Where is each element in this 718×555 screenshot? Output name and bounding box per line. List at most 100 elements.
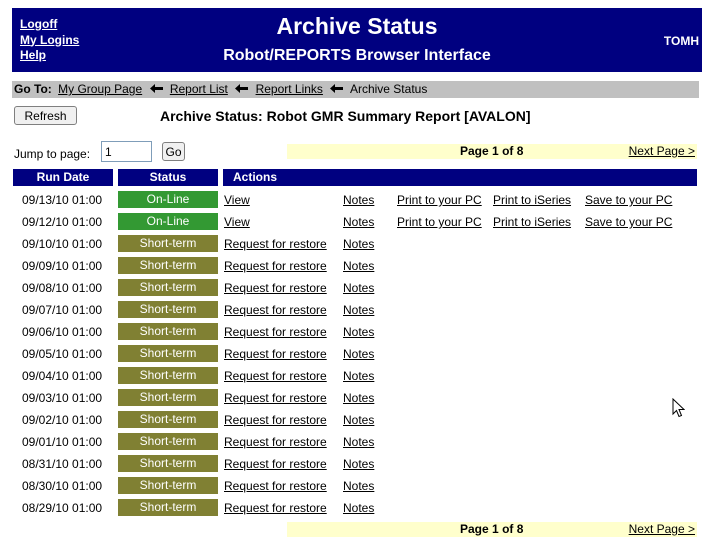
status-badge: Short-term xyxy=(118,323,218,340)
notes-link[interactable]: Notes xyxy=(343,501,374,515)
status-badge: Short-term xyxy=(118,257,218,274)
next-page-link[interactable]: Next Page > xyxy=(629,144,695,159)
table-row: 09/02/10 01:00 Short-term Request for rest… xyxy=(0,409,718,431)
breadcrumb-label: Go To: xyxy=(14,82,52,96)
save-to-pc-link[interactable]: Save to your PC xyxy=(585,215,672,229)
request-restore-link[interactable]: Request for restore xyxy=(224,325,327,339)
status-badge: Short-term xyxy=(118,455,218,472)
page-indicator: Page 1 of 8 xyxy=(460,522,524,536)
notes-link[interactable]: Notes xyxy=(343,303,374,317)
table-row: 08/29/10 01:00 Short-term Request for rest… xyxy=(0,497,718,519)
breadcrumb-report-list[interactable]: Report List xyxy=(170,82,228,96)
notes-link[interactable]: Notes xyxy=(343,369,374,383)
breadcrumb-report-links[interactable]: Report Links xyxy=(256,82,323,96)
page-indicator: Page 1 of 8 xyxy=(460,144,524,158)
table-row: 09/12/10 01:00 On-Line View Notes Print to y… xyxy=(0,211,718,233)
save-to-pc-link[interactable]: Save to your PC xyxy=(585,193,672,207)
page-indicator-bar-bottom: Page 1 of 8 Next Page > xyxy=(287,522,697,537)
jump-to-page-label: Jump to page: xyxy=(14,147,91,161)
table-row: 09/05/10 01:00 Short-term Request for rest… xyxy=(0,343,718,365)
notes-link[interactable]: Notes xyxy=(343,325,374,339)
notes-link[interactable]: Notes xyxy=(343,479,374,493)
page-indicator-bar-top: Page 1 of 8 Next Page > xyxy=(287,144,697,159)
request-restore-link[interactable]: Request for restore xyxy=(224,435,327,449)
run-date-cell: 09/08/10 01:00 xyxy=(22,281,103,295)
notes-link[interactable]: Notes xyxy=(343,347,374,361)
run-date-cell: 09/03/10 01:00 xyxy=(22,391,103,405)
request-restore-link[interactable]: Request for restore xyxy=(224,457,327,471)
column-header-run-date: Run Date xyxy=(13,169,113,186)
status-badge: Short-term xyxy=(118,367,218,384)
run-date-cell: 08/31/10 01:00 xyxy=(22,457,103,471)
column-header-actions: Actions xyxy=(223,169,697,186)
status-badge: Short-term xyxy=(118,279,218,296)
next-page-link[interactable]: Next Page > xyxy=(629,522,695,537)
status-badge: On-Line xyxy=(118,191,218,208)
notes-link[interactable]: Notes xyxy=(343,215,374,229)
table-row: 09/09/10 01:00 Short-term Request for rest… xyxy=(0,255,718,277)
table-row: 08/31/10 01:00 Short-term Request for rest… xyxy=(0,453,718,475)
run-date-cell: 09/02/10 01:00 xyxy=(22,413,103,427)
page-title: Archive Status xyxy=(276,13,438,39)
page-subtitle: Robot/REPORTS Browser Interface xyxy=(223,47,491,64)
run-date-cell: 08/30/10 01:00 xyxy=(22,479,103,493)
request-restore-link[interactable]: Request for restore xyxy=(224,281,327,295)
user-name: TOMH xyxy=(663,34,699,48)
status-badge: Short-term xyxy=(118,235,218,252)
status-badge: Short-term xyxy=(118,411,218,428)
left-arrow-icon xyxy=(330,81,344,98)
request-restore-link[interactable]: Request for restore xyxy=(224,237,327,251)
notes-link[interactable]: Notes xyxy=(343,193,374,207)
breadcrumb-my-group-page[interactable]: My Group Page xyxy=(58,82,142,96)
report-title: Archive Status: Robot GMR Summary Report… xyxy=(160,108,531,124)
table-row: 09/10/10 01:00 Short-term Request for rest… xyxy=(0,233,718,255)
view-link[interactable]: View xyxy=(224,215,250,229)
table-row: 09/06/10 01:00 Short-term Request for rest… xyxy=(0,321,718,343)
refresh-button[interactable]: Refresh xyxy=(14,106,77,125)
view-link[interactable]: View xyxy=(224,193,250,207)
run-date-cell: 09/13/10 01:00 xyxy=(22,193,103,207)
request-restore-link[interactable]: Request for restore xyxy=(224,347,327,361)
print-to-iseries-link[interactable]: Print to iSeries xyxy=(493,215,571,229)
notes-link[interactable]: Notes xyxy=(343,457,374,471)
notes-link[interactable]: Notes xyxy=(343,391,374,405)
status-badge: Short-term xyxy=(118,499,218,516)
page-header: Logoff My Logins Help Archive Status Rob… xyxy=(12,8,702,72)
run-date-cell: 09/12/10 01:00 xyxy=(22,215,103,229)
run-date-cell: 09/09/10 01:00 xyxy=(22,259,103,273)
status-badge: On-Line xyxy=(118,213,218,230)
print-to-iseries-link[interactable]: Print to iSeries xyxy=(493,193,571,207)
notes-link[interactable]: Notes xyxy=(343,259,374,273)
request-restore-link[interactable]: Request for restore xyxy=(224,369,327,383)
run-date-cell: 09/10/10 01:00 xyxy=(22,237,103,251)
request-restore-link[interactable]: Request for restore xyxy=(224,391,327,405)
status-badge: Short-term xyxy=(118,301,218,318)
table-row: 09/04/10 01:00 Short-term Request for rest… xyxy=(0,365,718,387)
notes-link[interactable]: Notes xyxy=(343,435,374,449)
notes-link[interactable]: Notes xyxy=(343,237,374,251)
notes-link[interactable]: Notes xyxy=(343,413,374,427)
notes-link[interactable]: Notes xyxy=(343,281,374,295)
request-restore-link[interactable]: Request for restore xyxy=(224,413,327,427)
breadcrumb-current: Archive Status xyxy=(349,82,428,96)
page-number-input[interactable] xyxy=(101,141,152,162)
table-row: 08/30/10 01:00 Short-term Request for rest… xyxy=(0,475,718,497)
status-badge: Short-term xyxy=(118,433,218,450)
request-restore-link[interactable]: Request for restore xyxy=(224,259,327,273)
column-header-status: Status xyxy=(118,169,218,186)
run-date-cell: 09/06/10 01:00 xyxy=(22,325,103,339)
table-row: 09/01/10 01:00 Short-term Request for rest… xyxy=(0,431,718,453)
table-row: 09/13/10 01:00 On-Line View Notes Print to y… xyxy=(0,189,718,211)
request-restore-link[interactable]: Request for restore xyxy=(224,303,327,317)
run-date-cell: 09/07/10 01:00 xyxy=(22,303,103,317)
table-row: 09/07/10 01:00 Short-term Request for rest… xyxy=(0,299,718,321)
request-restore-link[interactable]: Request for restore xyxy=(224,501,327,515)
status-badge: Short-term xyxy=(118,389,218,406)
go-button[interactable]: Go xyxy=(162,142,185,161)
status-badge: Short-term xyxy=(118,477,218,494)
mouse-pointer-icon xyxy=(672,397,686,423)
request-restore-link[interactable]: Request for restore xyxy=(224,479,327,493)
print-to-pc-link[interactable]: Print to your PC xyxy=(397,215,482,229)
left-arrow-icon xyxy=(235,81,249,98)
print-to-pc-link[interactable]: Print to your PC xyxy=(397,193,482,207)
